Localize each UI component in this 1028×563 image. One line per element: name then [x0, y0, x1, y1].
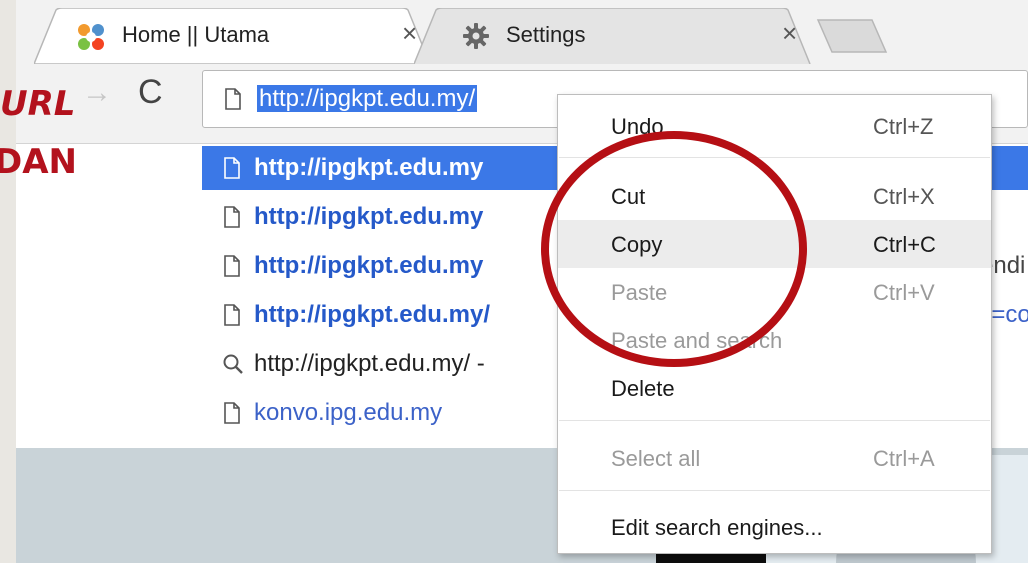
joomla-icon — [78, 24, 104, 50]
menu-separator — [559, 420, 990, 421]
gear-icon — [463, 23, 489, 49]
menu-item-select-all[interactable]: Select all Ctrl+A — [558, 434, 991, 482]
new-tab-button[interactable] — [816, 18, 888, 54]
page-icon — [224, 206, 240, 228]
browser-window: Home || Utama × Settings × → C http://ip… — [16, 0, 1028, 563]
menu-item-shortcut: Ctrl+V — [873, 280, 935, 305]
new-tab-shape — [816, 19, 888, 53]
suggestion-text: http://ipgkpt.edu.my/ - — [254, 350, 485, 377]
annotation-line-1: URL — [0, 84, 76, 124]
tab-home-title: Home || Utama — [122, 22, 270, 47]
tab-settings-title: Settings — [506, 22, 586, 47]
menu-item-edit-search-engines[interactable]: Edit search engines... — [558, 503, 991, 551]
search-icon — [223, 354, 243, 374]
menu-item-shortcut: Ctrl+X — [873, 184, 935, 209]
suggestion-text: http://ipgkpt.edu.my — [254, 252, 484, 279]
page-icon — [225, 88, 241, 110]
suggestion-text: http://ipgkpt.edu.my/ — [254, 301, 490, 328]
tab-home[interactable]: Home || Utama × — [34, 8, 434, 64]
tab-settings-close-icon[interactable]: × — [782, 20, 797, 46]
suggestion-text: http://ipgkpt.edu.my — [254, 203, 484, 230]
annotation-text: URL DAN — [0, 70, 110, 190]
menu-item-delete[interactable]: Delete — [558, 364, 991, 412]
menu-item-shortcut: Ctrl+Z — [873, 114, 934, 139]
annotation-line-2: DAN — [0, 142, 77, 182]
address-text[interactable]: http://ipgkpt.edu.my/ — [257, 85, 478, 113]
suggestion-text: konvo.ipg.edu.my — [254, 399, 443, 426]
selected-url-text: http://ipgkpt.edu.my/ — [257, 85, 478, 112]
page-icon — [224, 157, 240, 179]
menu-item-label: Delete — [611, 376, 675, 401]
page-icon — [224, 402, 240, 424]
reload-icon[interactable]: C — [138, 75, 163, 109]
tab-strip: Home || Utama × Settings × — [16, 0, 1028, 64]
suggestion-text: http://ipgkpt.edu.my — [254, 154, 484, 181]
menu-separator — [559, 490, 990, 491]
tab-settings[interactable]: Settings × — [414, 8, 814, 64]
menu-item-label: Edit search engines... — [611, 515, 823, 540]
menu-item-shortcut: Ctrl+C — [873, 232, 936, 257]
menu-item-shortcut: Ctrl+A — [873, 446, 935, 471]
highlight-circle — [541, 131, 807, 367]
page-icon — [224, 304, 240, 326]
menu-item-label: Select all — [611, 446, 701, 471]
page-icon — [224, 255, 240, 277]
